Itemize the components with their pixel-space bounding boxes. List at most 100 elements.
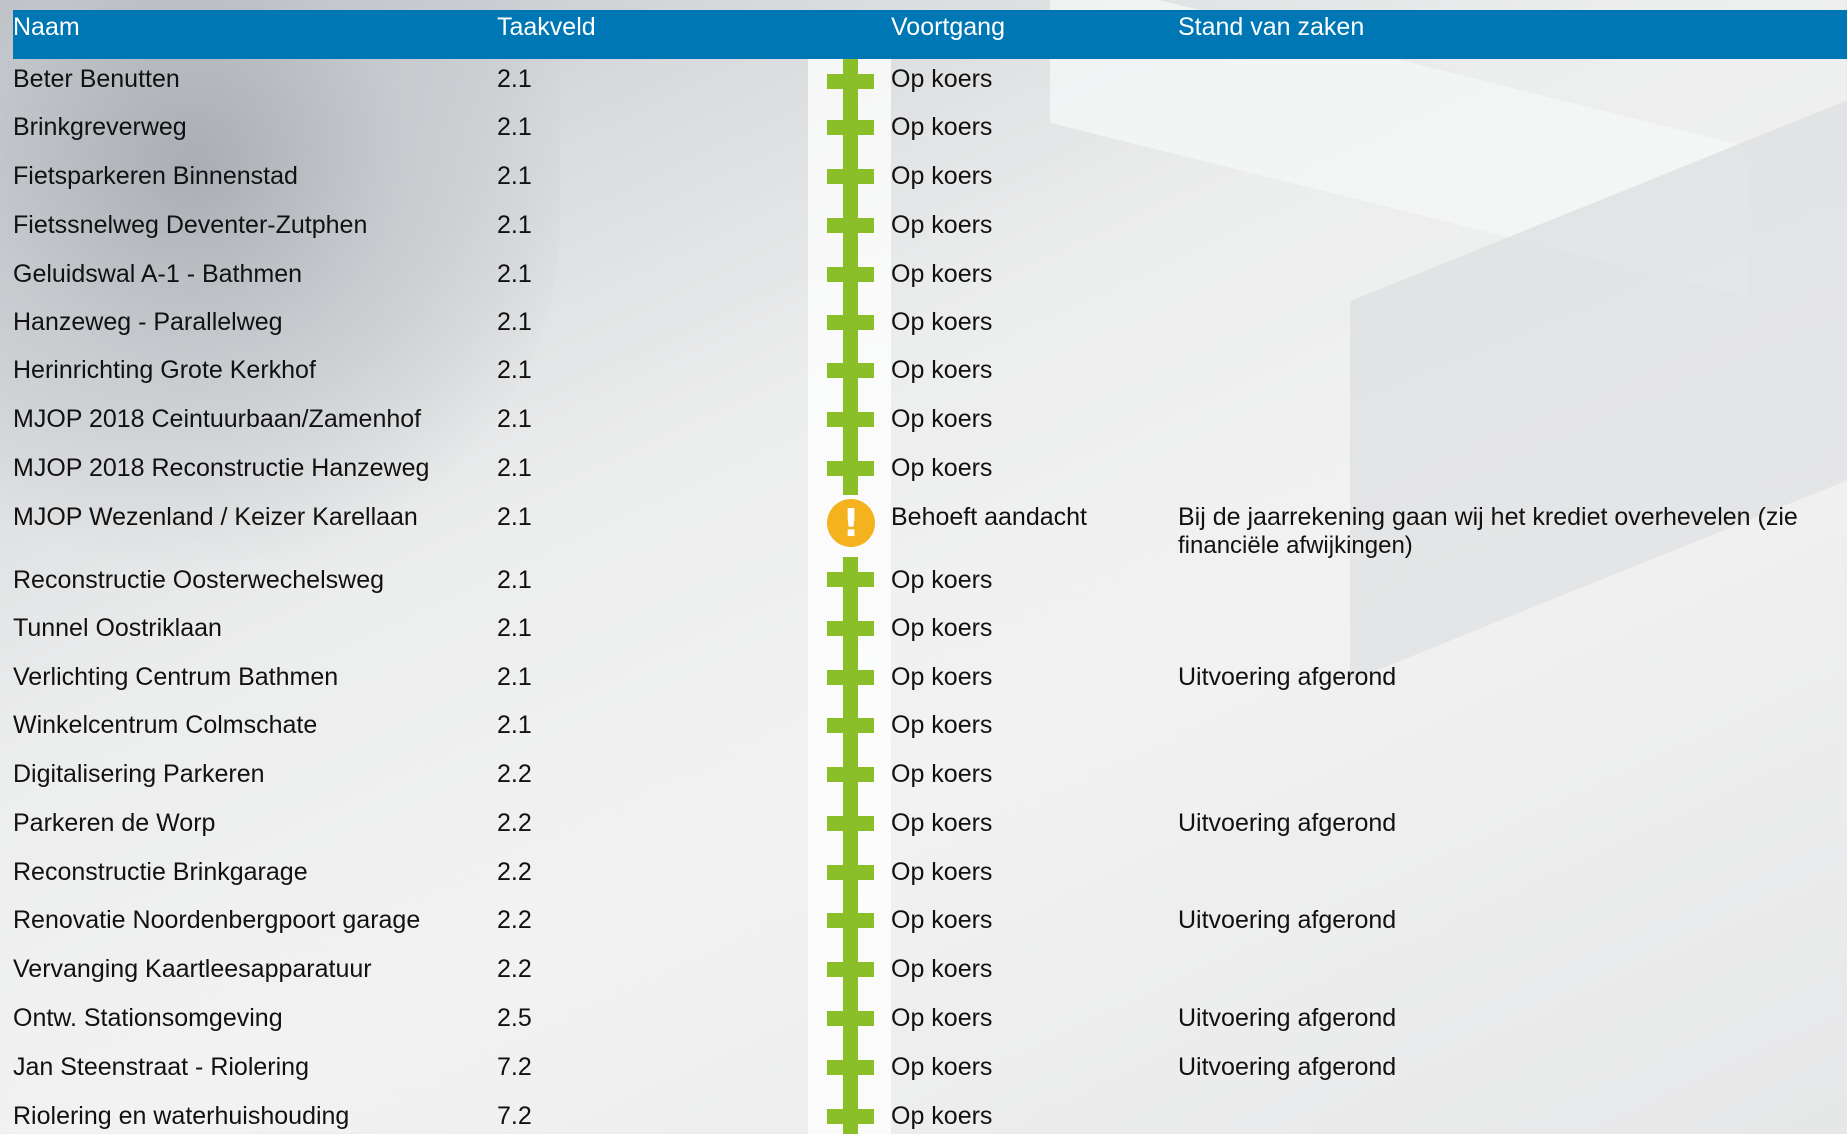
taakveld-cell: 2.1	[497, 405, 532, 433]
naam-cell: Vervanging Kaartleesapparatuur	[13, 955, 372, 983]
stand-line: Bij de jaarrekening gaan wij het krediet…	[1178, 503, 1798, 531]
voortgang-cell: Op koers	[891, 65, 993, 93]
plus-icon	[827, 252, 874, 300]
exclamation-icon: !	[827, 499, 875, 547]
naam-cell: Herinrichting Grote Kerkhof	[13, 356, 316, 384]
plus-icon	[827, 898, 874, 947]
voortgang-cell: Op koers	[891, 356, 993, 384]
voortgang-cell: Op koers	[891, 566, 993, 594]
plus-icon	[827, 446, 874, 495]
plus-icon	[827, 703, 874, 752]
naam-cell: MJOP 2018 Reconstructie Hanzeweg	[13, 454, 430, 482]
column-header-voortgang: Voortgang	[891, 13, 1005, 41]
plus-icon	[827, 850, 874, 898]
table-header: Naam Taakveld Voortgang Stand van zaken	[13, 10, 1847, 59]
voortgang-cell: Op koers	[891, 113, 993, 141]
plus-icon	[827, 947, 874, 996]
naam-cell: Geluidswal A-1 - Bathmen	[13, 260, 303, 288]
naam-cell: Digitalisering Parkeren	[13, 760, 265, 788]
taakveld-cell: 2.1	[497, 566, 532, 594]
plus-icon	[827, 397, 874, 446]
taakveld-cell: 2.1	[497, 356, 532, 384]
stand-cell: Uitvoering afgerond	[1178, 663, 1397, 691]
taakveld-cell: 2.5	[497, 1004, 532, 1032]
naam-cell: Brinkgreverweg	[13, 113, 187, 141]
naam-cell: Beter Benutten	[13, 65, 180, 93]
plus-icon	[827, 996, 874, 1045]
naam-cell: Hanzeweg - Parallelweg	[13, 308, 283, 336]
naam-cell: MJOP 2018 Ceintuurbaan/Zamenhof	[13, 405, 422, 433]
voortgang-cell: Op koers	[891, 809, 993, 837]
taakveld-cell: 2.1	[497, 308, 532, 336]
plus-icon	[827, 348, 874, 397]
voortgang-cell: Op koers	[891, 906, 993, 934]
taakveld-cell: 2.2	[497, 760, 532, 788]
voortgang-cell: Op koers	[891, 760, 993, 788]
taakveld-cell: 2.1	[497, 65, 532, 93]
naam-cell: Verlichting Centrum Bathmen	[13, 663, 339, 691]
voortgang-cell: Op koers	[891, 308, 993, 336]
taakveld-cell: 2.2	[497, 906, 532, 934]
plus-icon	[827, 557, 874, 606]
taakveld-cell: 2.1	[497, 162, 532, 190]
voortgang-cell: Op koers	[891, 162, 993, 190]
naam-cell: Ontw. Stationsomgeving	[13, 1004, 283, 1032]
taakveld-cell: 2.1	[497, 454, 532, 482]
voortgang-cell: Op koers	[891, 405, 993, 433]
voortgang-cell: Behoeft aandacht	[891, 503, 1087, 531]
column-header-naam: Naam	[13, 13, 80, 41]
background-photo-shape	[1350, 58, 1847, 682]
naam-cell: Fietsparkeren Binnenstad	[13, 162, 298, 190]
plus-icon	[827, 300, 874, 348]
stand-line: financiële afwijkingen)	[1178, 532, 1413, 559]
plus-icon	[827, 606, 874, 655]
plus-icon	[827, 752, 874, 801]
stand-cell: Bij de jaarrekening gaan wij het krediet…	[1178, 502, 1798, 561]
taakveld-cell: 2.1	[497, 503, 532, 531]
plus-icon	[827, 1094, 874, 1134]
taakveld-cell: 2.1	[497, 211, 532, 239]
plus-icon	[827, 59, 874, 105]
plus-icon	[827, 655, 874, 703]
voortgang-cell: Op koers	[891, 454, 993, 482]
column-header-taakveld: Taakveld	[497, 13, 596, 41]
naam-cell: Parkeren de Worp	[13, 809, 216, 837]
naam-cell: Tunnel Oostriklaan	[13, 614, 222, 642]
naam-cell: Jan Steenstraat - Riolering	[13, 1053, 309, 1081]
stand-cell: Uitvoering afgerond	[1178, 809, 1397, 837]
voortgang-cell: Op koers	[891, 260, 993, 288]
taakveld-cell: 2.1	[497, 614, 532, 642]
column-header-stand: Stand van zaken	[1178, 13, 1365, 41]
naam-cell: Fietssnelweg Deventer-Zutphen	[13, 211, 368, 239]
taakveld-cell: 2.1	[497, 113, 532, 141]
stand-cell: Uitvoering afgerond	[1178, 1053, 1397, 1081]
voortgang-cell: Op koers	[891, 663, 993, 691]
stand-cell: Uitvoering afgerond	[1178, 1004, 1397, 1032]
taakveld-cell: 2.1	[497, 260, 532, 288]
plus-icon	[827, 801, 874, 850]
plus-icon	[827, 203, 874, 252]
voortgang-cell: Op koers	[891, 1102, 993, 1130]
naam-cell: Reconstructie Brinkgarage	[13, 858, 308, 886]
plus-icon	[827, 154, 874, 203]
voortgang-cell: Op koers	[891, 211, 993, 239]
naam-cell: Renovatie Noordenbergpoort garage	[13, 906, 421, 934]
voortgang-cell: Op koers	[891, 1004, 993, 1032]
naam-cell: Riolering en waterhuishouding	[13, 1102, 350, 1130]
plus-icon	[827, 1045, 874, 1094]
taakveld-cell: 7.2	[497, 1102, 532, 1130]
naam-cell: Reconstructie Oosterwechelsweg	[13, 566, 384, 594]
voortgang-cell: Op koers	[891, 955, 993, 983]
stand-cell: Uitvoering afgerond	[1178, 906, 1397, 934]
naam-cell: Winkelcentrum Colmschate	[13, 711, 318, 739]
taakveld-cell: 2.2	[497, 809, 532, 837]
voortgang-cell: Op koers	[891, 614, 993, 642]
voortgang-cell: Op koers	[891, 858, 993, 886]
taakveld-cell: 7.2	[497, 1053, 532, 1081]
voortgang-cell: Op koers	[891, 1053, 993, 1081]
taakveld-cell: 2.1	[497, 711, 532, 739]
voortgang-cell: Op koers	[891, 711, 993, 739]
plus-icon	[827, 105, 874, 154]
taakveld-cell: 2.1	[497, 663, 532, 691]
taakveld-cell: 2.2	[497, 955, 532, 983]
